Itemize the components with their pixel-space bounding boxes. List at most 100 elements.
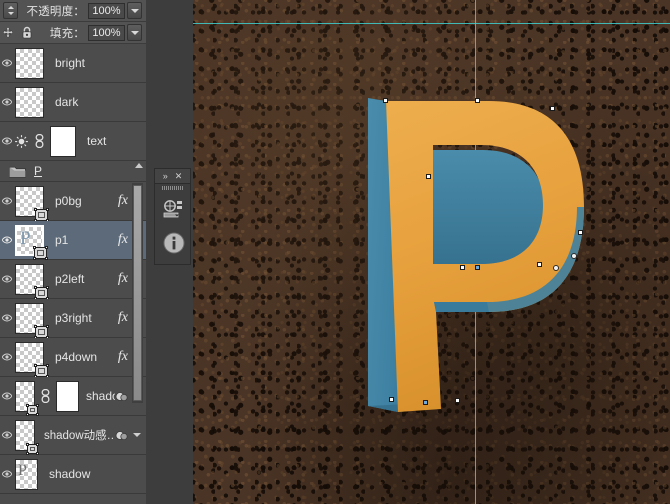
eye-icon[interactable] bbox=[2, 59, 12, 67]
path-anchor[interactable] bbox=[455, 398, 460, 403]
link-mask-icon[interactable] bbox=[34, 134, 45, 148]
layer-thumbnail[interactable] bbox=[15, 185, 49, 222]
smart-filter-icon[interactable] bbox=[115, 430, 128, 441]
visibility-column[interactable] bbox=[0, 470, 12, 478]
visibility-column[interactable] bbox=[0, 353, 12, 361]
layer-row-shadow-motion[interactable]: shadow动感… bbox=[0, 416, 146, 455]
layer-name[interactable]: p4down bbox=[55, 350, 118, 364]
layer-name[interactable]: shado… bbox=[86, 389, 115, 403]
layer-name[interactable]: p1 bbox=[55, 233, 118, 247]
layer-list[interactable]: bright dark text P p0bg fx P p1 fx p2lef… bbox=[0, 44, 146, 504]
expand-effects-button[interactable] bbox=[131, 433, 143, 437]
layer-name[interactable]: shadow动感… bbox=[44, 427, 115, 443]
layer-thumbnail[interactable] bbox=[15, 380, 39, 416]
path-anchor-selected[interactable] bbox=[423, 400, 428, 405]
layer-effects-icon[interactable]: fx bbox=[118, 232, 128, 248]
layer-thumbnail[interactable] bbox=[15, 302, 49, 339]
visibility-column[interactable] bbox=[0, 98, 12, 106]
path-anchor[interactable] bbox=[389, 397, 394, 402]
path-anchor[interactable] bbox=[578, 230, 583, 235]
smart-filter-icon[interactable] bbox=[115, 391, 128, 402]
layer-list-scrollbar[interactable] bbox=[132, 183, 143, 403]
layer-mask-thumbnail[interactable] bbox=[50, 125, 76, 157]
layer-name[interactable]: bright bbox=[55, 56, 131, 70]
3d-properties-icon[interactable] bbox=[155, 192, 192, 226]
blend-mode-stepper-icon[interactable] bbox=[3, 2, 18, 19]
layer-row-p2left[interactable]: p2left fx bbox=[0, 260, 146, 300]
fill-input[interactable]: 100% bbox=[88, 24, 125, 41]
layer-thumbnail[interactable] bbox=[15, 47, 44, 79]
lock-all-icon[interactable] bbox=[21, 26, 33, 39]
layer-row-bright[interactable]: bright bbox=[0, 44, 146, 83]
visibility-column[interactable] bbox=[0, 59, 12, 67]
move-lock-icon[interactable] bbox=[2, 26, 14, 39]
eye-icon[interactable] bbox=[2, 236, 12, 244]
path-anchor[interactable] bbox=[426, 174, 431, 179]
layer-name[interactable]: p0bg bbox=[55, 194, 118, 208]
layer-name[interactable]: p3right bbox=[55, 311, 118, 325]
expand-panels-icon[interactable]: » bbox=[163, 171, 168, 181]
layer-effects-icon[interactable]: fx bbox=[118, 310, 128, 326]
layer-row-shadow[interactable]: P shadow bbox=[0, 455, 146, 494]
visibility-column[interactable] bbox=[0, 137, 12, 145]
layer-row-p0bg[interactable]: p0bg fx bbox=[0, 182, 146, 222]
layer-thumbnail-active[interactable]: P bbox=[15, 224, 48, 260]
group-name[interactable]: P bbox=[34, 164, 42, 178]
layer-thumbnail[interactable] bbox=[15, 86, 44, 118]
layer-thumbnail[interactable] bbox=[15, 419, 39, 455]
eye-icon[interactable] bbox=[2, 392, 12, 400]
eye-icon[interactable] bbox=[2, 314, 12, 322]
eye-icon[interactable] bbox=[2, 353, 12, 361]
info-icon[interactable] bbox=[155, 226, 192, 260]
layer-mask-thumbnail[interactable] bbox=[56, 380, 79, 412]
layer-row-shadow-masked[interactable]: shado… bbox=[0, 377, 146, 416]
path-anchor[interactable] bbox=[550, 106, 555, 111]
visibility-column[interactable] bbox=[0, 392, 12, 400]
layer-thumbnail[interactable]: P bbox=[15, 458, 38, 490]
path-anchor[interactable] bbox=[460, 265, 465, 270]
layer-group-row-p[interactable]: P bbox=[0, 161, 146, 182]
layer-row-dark[interactable]: dark bbox=[0, 83, 146, 122]
eye-icon[interactable] bbox=[2, 137, 12, 145]
eye-icon[interactable] bbox=[2, 470, 12, 478]
path-anchor[interactable] bbox=[537, 262, 542, 267]
path-anchor-selected[interactable] bbox=[475, 265, 480, 270]
brightness-adjustment-icon[interactable] bbox=[14, 134, 29, 149]
fill-dropdown-button[interactable] bbox=[127, 24, 142, 41]
layer-effects-icon[interactable]: fx bbox=[118, 271, 128, 287]
layer-thumbnail[interactable] bbox=[15, 263, 49, 300]
visibility-column[interactable] bbox=[0, 236, 12, 244]
close-icon[interactable]: ✕ bbox=[175, 171, 183, 181]
eye-icon[interactable] bbox=[2, 98, 12, 106]
path-direction-handle[interactable] bbox=[571, 253, 577, 259]
layer-name[interactable]: dark bbox=[55, 95, 131, 109]
layer-row-p1[interactable]: P p1 fx bbox=[0, 221, 146, 260]
drag-grip[interactable] bbox=[155, 184, 190, 192]
layer-effects-icon[interactable]: fx bbox=[118, 193, 128, 209]
eye-icon[interactable] bbox=[2, 275, 12, 283]
layer-thumbnail[interactable] bbox=[15, 341, 49, 378]
visibility-column[interactable] bbox=[0, 275, 12, 283]
visibility-column[interactable] bbox=[0, 314, 12, 322]
document-canvas[interactable] bbox=[193, 0, 670, 504]
path-anchor[interactable] bbox=[383, 98, 388, 103]
layer-effects-icon[interactable]: fx bbox=[118, 349, 128, 365]
opacity-input[interactable]: 100% bbox=[88, 2, 125, 19]
scrollbar-thumb[interactable] bbox=[133, 185, 142, 401]
eye-icon[interactable] bbox=[2, 197, 12, 205]
eye-icon[interactable] bbox=[2, 431, 12, 439]
path-direction-handle[interactable] bbox=[553, 265, 559, 271]
scroll-up-arrow-icon[interactable] bbox=[135, 163, 143, 168]
layer-name[interactable]: shadow bbox=[49, 467, 131, 481]
layer-name[interactable]: text bbox=[87, 134, 131, 148]
path-anchor[interactable] bbox=[475, 98, 480, 103]
visibility-column[interactable] bbox=[0, 431, 12, 439]
link-mask-icon[interactable] bbox=[40, 389, 51, 403]
letter-p-artwork[interactable] bbox=[193, 0, 670, 504]
layer-row-p4down[interactable]: p4down fx bbox=[0, 338, 146, 378]
layer-row-text[interactable]: text bbox=[0, 122, 146, 161]
opacity-dropdown-button[interactable] bbox=[127, 2, 142, 19]
layer-row-p3right[interactable]: p3right fx bbox=[0, 299, 146, 339]
visibility-column[interactable] bbox=[0, 197, 12, 205]
layer-name[interactable]: p2left bbox=[55, 272, 118, 286]
